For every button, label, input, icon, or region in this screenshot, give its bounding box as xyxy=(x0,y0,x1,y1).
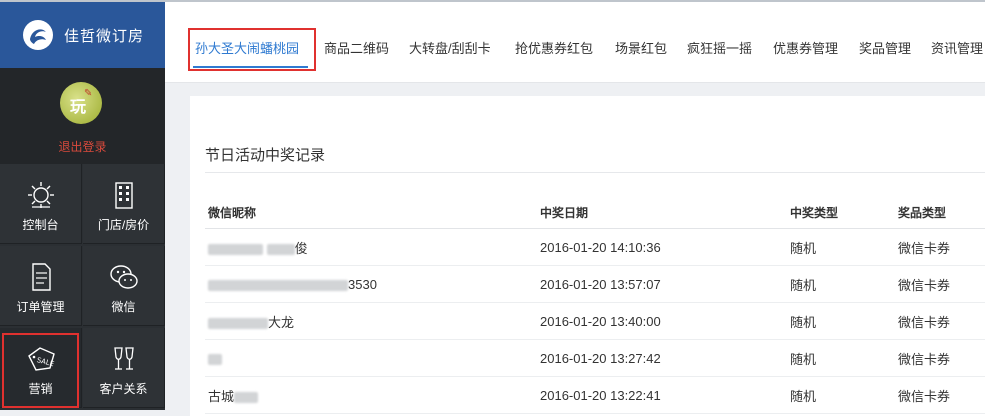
cell-type: 随机 xyxy=(787,228,895,266)
tab-coupon-management[interactable]: 优惠券管理 xyxy=(773,38,838,57)
sidebar-item-label: 微信 xyxy=(111,300,136,314)
cell-nickname xyxy=(205,339,537,377)
cell-nickname: 俊 xyxy=(205,228,537,266)
nickname-text: 3530 xyxy=(348,276,377,292)
cell-type: 随机 xyxy=(787,302,895,340)
tab-prize-management[interactable]: 奖品管理 xyxy=(859,38,911,57)
cell-nickname: 3530 xyxy=(205,265,537,303)
records-panel: 节日活动中奖记录 微信昵称 中奖日期 中奖类型 奖品类型 俊 2016-01-2… xyxy=(190,96,985,416)
document-icon xyxy=(31,263,51,291)
highlight-box-active-tab xyxy=(188,28,316,71)
cell-date: 2016-01-20 13:27:42 xyxy=(537,339,787,377)
table-row[interactable]: 2016-01-20 13:27:42 随机 微信卡券 xyxy=(205,339,985,377)
table-header-row: 微信昵称 中奖日期 中奖类型 奖品类型 xyxy=(205,196,985,229)
cell-prize: 微信卡券 xyxy=(895,228,985,266)
sidebar-item-wechat[interactable]: 微信 xyxy=(83,246,165,326)
panel-title: 节日活动中奖记录 xyxy=(205,147,326,164)
cell-prize: 微信卡券 xyxy=(895,265,985,303)
cell-prize: 微信卡券 xyxy=(895,339,985,377)
cell-nickname: 大龙 xyxy=(205,302,537,340)
sidebar-item-label: 控制台 xyxy=(22,218,59,232)
sidebar-item-orders[interactable]: 订单管理 xyxy=(0,246,82,326)
cell-type: 随机 xyxy=(787,339,895,377)
records-table: 微信昵称 中奖日期 中奖类型 奖品类型 俊 2016-01-20 14:10:3… xyxy=(205,196,985,414)
cell-date: 2016-01-20 13:40:00 xyxy=(537,302,787,340)
tab-news-management[interactable]: 资讯管理 xyxy=(931,38,983,57)
cell-date: 2016-01-20 14:10:36 xyxy=(537,228,787,266)
column-header-prize[interactable]: 奖品类型 xyxy=(895,196,985,229)
tab-product-qrcode[interactable]: 商品二维码 xyxy=(324,38,389,57)
logout-link[interactable]: 退出登录 xyxy=(0,138,165,155)
wechat-icon xyxy=(109,265,138,289)
cell-prize: 微信卡券 xyxy=(895,302,985,340)
user-block: 玩 ✎ 退出登录 xyxy=(0,68,165,164)
cell-type: 随机 xyxy=(787,376,895,414)
avatar-mark: ✎ xyxy=(84,88,93,99)
sun-gear-icon xyxy=(27,182,54,208)
column-header-nickname[interactable]: 微信昵称 xyxy=(205,196,537,229)
highlight-box-marketing xyxy=(2,333,79,408)
column-header-date[interactable]: 中奖日期 xyxy=(537,196,787,229)
cell-nickname: 古城 xyxy=(205,376,537,414)
nickname-text: 俊 xyxy=(294,240,308,256)
sidebar-item-crm[interactable]: 客户关系 xyxy=(83,328,165,408)
tab-shake[interactable]: 疯狂摇一摇 xyxy=(687,38,752,57)
nickname-text: 大龙 xyxy=(268,314,295,330)
sidebar-item-dashboard[interactable]: 控制台 xyxy=(0,164,82,244)
tab-scene-redpacket[interactable]: 场景红包 xyxy=(615,38,667,57)
table-row[interactable]: 3530 2016-01-20 13:57:07 随机 微信卡券 xyxy=(205,265,985,303)
table-row[interactable]: 古城 2016-01-20 13:22:41 随机 微信卡券 xyxy=(205,376,985,414)
sidebar-item-stores[interactable]: 门店/房价 xyxy=(83,164,165,244)
table-row[interactable]: 大龙 2016-01-20 13:40:00 随机 微信卡券 xyxy=(205,302,985,340)
tab-coupon-redpacket[interactable]: 抢优惠券红包 xyxy=(515,38,593,57)
table-row[interactable]: 俊 2016-01-20 14:10:36 随机 微信卡券 xyxy=(205,228,985,266)
sidebar-item-label: 订单管理 xyxy=(16,300,65,314)
cell-date: 2016-01-20 13:22:41 xyxy=(537,376,787,414)
brand-logo-icon xyxy=(23,20,53,50)
wine-glasses-icon xyxy=(113,347,134,370)
building-icon xyxy=(114,182,133,209)
cell-date: 2016-01-20 13:57:07 xyxy=(537,265,787,303)
brand-header[interactable]: 佳哲微订房 xyxy=(0,2,165,68)
brand-name: 佳哲微订房 xyxy=(64,27,145,45)
sidebar-item-label: 门店/房价 xyxy=(97,218,150,232)
tab-wheel-scratch[interactable]: 大转盘/刮刮卡 xyxy=(409,38,491,57)
panel-divider xyxy=(205,172,985,173)
column-header-type[interactable]: 中奖类型 xyxy=(787,196,895,229)
sidebar-item-label: 客户关系 xyxy=(99,382,148,396)
nickname-text: 古城 xyxy=(208,388,235,404)
avatar[interactable]: 玩 ✎ xyxy=(60,82,102,124)
cell-type: 随机 xyxy=(787,265,895,303)
cell-prize: 微信卡券 xyxy=(895,376,985,414)
